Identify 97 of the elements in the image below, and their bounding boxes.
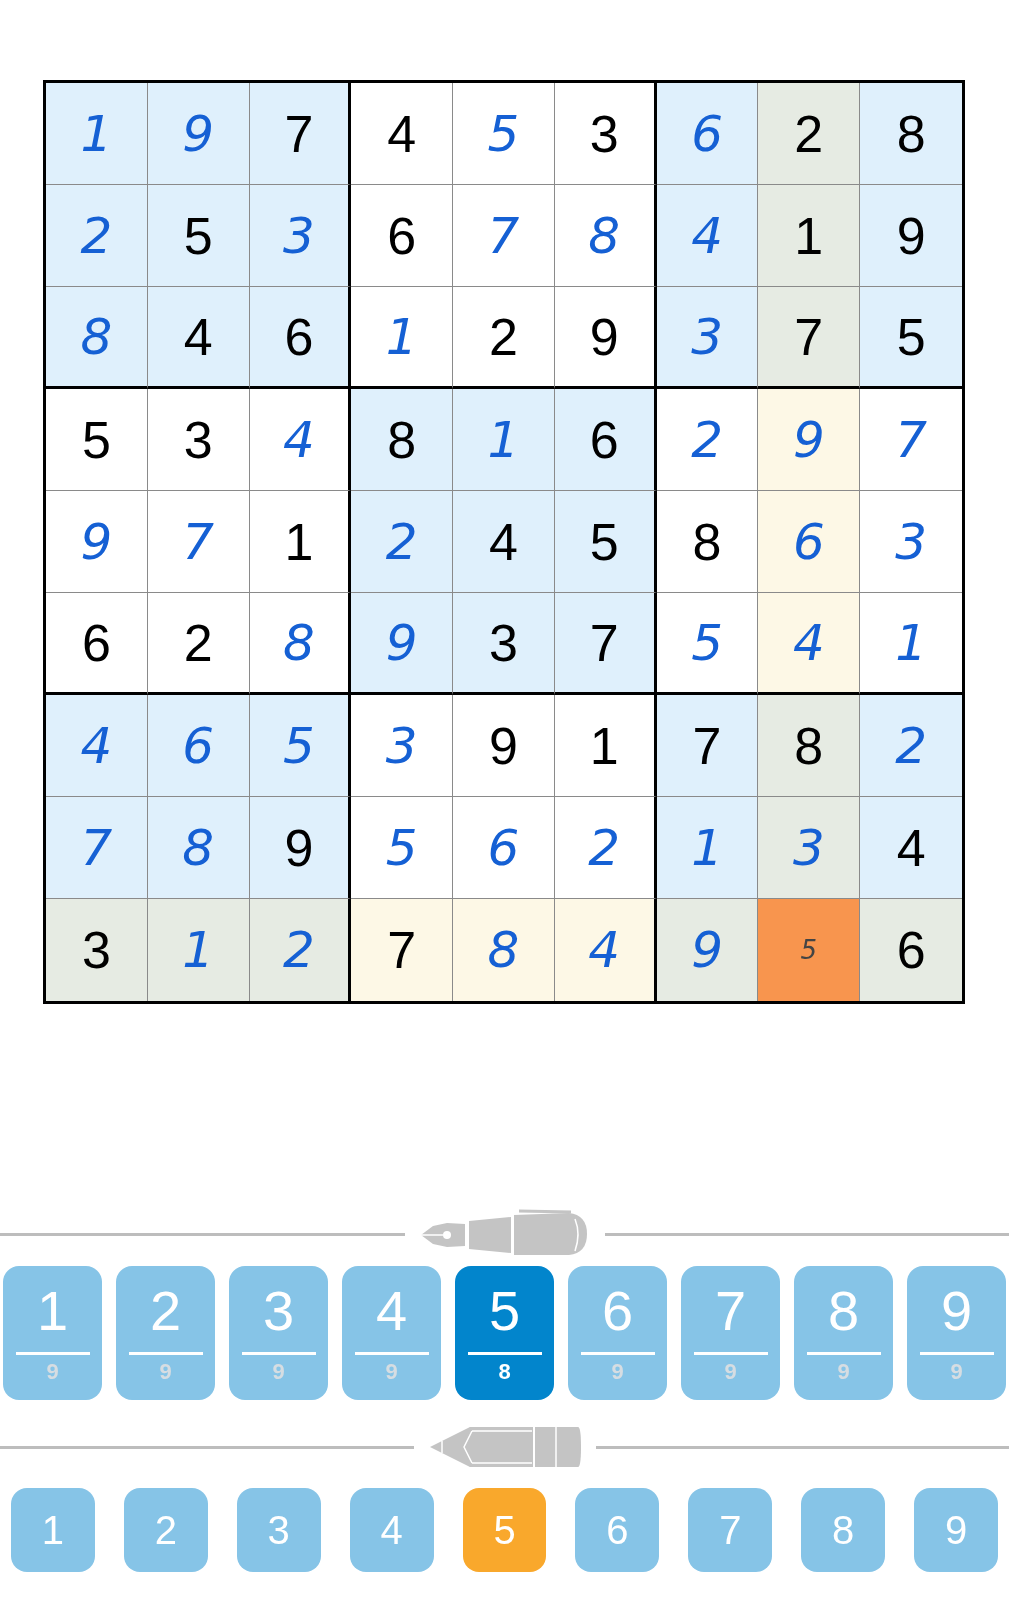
digit-label: 6 [601, 1280, 634, 1342]
sudoku-cell[interactable]: 3 [758, 797, 861, 899]
sudoku-cell[interactable]: 2 [656, 389, 759, 491]
sudoku-cell[interactable]: 6 [758, 491, 861, 593]
sudoku-cell[interactable]: 8 [46, 287, 148, 389]
sudoku-cell[interactable]: 5 [46, 389, 148, 491]
sudoku-cell[interactable]: 4 [453, 491, 555, 593]
sudoku-cell[interactable]: 8 [656, 491, 759, 593]
sudoku-cell[interactable]: 3 [554, 83, 657, 185]
sudoku-cell[interactable]: 2 [351, 491, 454, 593]
sudoku-cell[interactable]: 5 [656, 593, 759, 695]
sudoku-cell[interactable]: 2 [249, 899, 352, 1001]
sudoku-cell[interactable]: 2 [554, 797, 657, 899]
sudoku-cell[interactable]: 2 [758, 83, 861, 185]
sudoku-cell[interactable]: 4 [147, 287, 250, 389]
sudoku-cell[interactable]: 5 [249, 695, 352, 797]
sudoku-cell[interactable]: 8 [453, 899, 555, 1001]
sudoku-cell[interactable]: 1 [46, 83, 148, 185]
sudoku-cell[interactable]: 2 [46, 185, 148, 287]
sudoku-cell[interactable]: 9 [554, 287, 657, 389]
digit-label: 2 [149, 1280, 182, 1342]
remaining-count: 9 [385, 1359, 398, 1385]
sudoku-cell[interactable]: 1 [453, 389, 555, 491]
sudoku-cell[interactable]: 6 [147, 695, 250, 797]
sudoku-cell[interactable]: 6 [860, 899, 962, 1001]
sudoku-cell[interactable]: 3 [351, 695, 454, 797]
sudoku-cell[interactable]: 4 [351, 83, 454, 185]
remaining-count: 9 [159, 1359, 172, 1385]
digit-label: 8 [827, 1280, 860, 1342]
remaining-count: 8 [498, 1359, 511, 1385]
sudoku-cell[interactable]: 5 [147, 185, 250, 287]
sudoku-cell[interactable]: 9 [860, 185, 962, 287]
sudoku-cell[interactable]: 9 [758, 389, 861, 491]
sudoku-cell[interactable]: 3 [249, 185, 352, 287]
sudoku-cell[interactable]: 8 [351, 389, 454, 491]
sudoku-cell[interactable]: 5 [860, 287, 962, 389]
sudoku-cell[interactable]: 3 [656, 287, 759, 389]
sudoku-cell[interactable]: 8 [249, 593, 352, 695]
sudoku-cell[interactable]: 9 [147, 83, 250, 185]
sudoku-cell[interactable]: 7 [554, 593, 657, 695]
digit-label: 9 [940, 1280, 973, 1342]
sudoku-cell[interactable]: 1 [554, 695, 657, 797]
sudoku-cell[interactable]: 6 [46, 593, 148, 695]
sudoku-cell[interactable]: 4 [860, 797, 962, 899]
sudoku-cell[interactable]: 7 [351, 899, 454, 1001]
sudoku-cell[interactable]: 5 [351, 797, 454, 899]
sudoku-cell[interactable]: 2 [860, 695, 962, 797]
remaining-count: 9 [272, 1359, 285, 1385]
sudoku-cell[interactable]: 9 [656, 899, 759, 1001]
sudoku-cell[interactable]: 5 [758, 899, 861, 1001]
sudoku-cell[interactable]: 4 [249, 389, 352, 491]
sudoku-cell[interactable]: 7 [656, 695, 759, 797]
sudoku-cell[interactable]: 9 [46, 491, 148, 593]
sudoku-cell[interactable]: 4 [46, 695, 148, 797]
sudoku-cell[interactable]: 3 [147, 389, 250, 491]
digit-label: 4 [375, 1280, 408, 1342]
sudoku-cell[interactable]: 7 [758, 287, 861, 389]
sudoku-cell[interactable]: 2 [453, 287, 555, 389]
sudoku-cell[interactable]: 2 [147, 593, 250, 695]
sudoku-cell[interactable]: 6 [351, 185, 454, 287]
sudoku-cell[interactable]: 5 [453, 83, 555, 185]
sudoku-cell[interactable]: 7 [46, 797, 148, 899]
remaining-count: 9 [837, 1359, 850, 1385]
number-button[interactable]: 5 8 [455, 1266, 554, 1400]
sudoku-cell[interactable]: 4 [554, 899, 657, 1001]
sudoku-cell[interactable]: 1 [351, 287, 454, 389]
sudoku-cell[interactable]: 5 [554, 491, 657, 593]
remaining-count: 9 [611, 1359, 624, 1385]
remaining-count: 9 [724, 1359, 737, 1385]
digit-label: 5 [488, 1280, 521, 1342]
sudoku-cell[interactable]: 1 [758, 185, 861, 287]
sudoku-cell[interactable]: 3 [453, 593, 555, 695]
sudoku-cell[interactable]: 7 [249, 83, 352, 185]
sudoku-cell[interactable]: 1 [147, 899, 250, 1001]
sudoku-cell[interactable]: 9 [351, 593, 454, 695]
digit-label: 1 [36, 1280, 69, 1342]
sudoku-cell[interactable]: 1 [656, 797, 759, 899]
sudoku-cell[interactable]: 9 [453, 695, 555, 797]
sudoku-cell[interactable]: 8 [147, 797, 250, 899]
sudoku-cell[interactable]: 6 [453, 797, 555, 899]
sudoku-cell[interactable]: 7 [147, 491, 250, 593]
remaining-count: 9 [46, 1359, 59, 1385]
sudoku-cell[interactable]: 4 [656, 185, 759, 287]
sudoku-cell[interactable]: 4 [758, 593, 861, 695]
sudoku-cell[interactable]: 1 [249, 491, 352, 593]
digit-label: 7 [714, 1280, 747, 1342]
sudoku-cell[interactable]: 6 [656, 83, 759, 185]
sudoku-cell[interactable]: 8 [554, 185, 657, 287]
sudoku-cell[interactable]: 6 [554, 389, 657, 491]
sudoku-cell[interactable]: 6 [249, 287, 352, 389]
sudoku-cell[interactable]: 8 [860, 83, 962, 185]
sudoku-cell[interactable]: 8 [758, 695, 861, 797]
sudoku-cell[interactable]: 7 [453, 185, 555, 287]
remaining-count: 9 [950, 1359, 963, 1385]
digit-label: 3 [262, 1280, 295, 1342]
sudoku-cell[interactable]: 9 [249, 797, 352, 899]
sudoku-cell[interactable]: 3 [46, 899, 148, 1001]
